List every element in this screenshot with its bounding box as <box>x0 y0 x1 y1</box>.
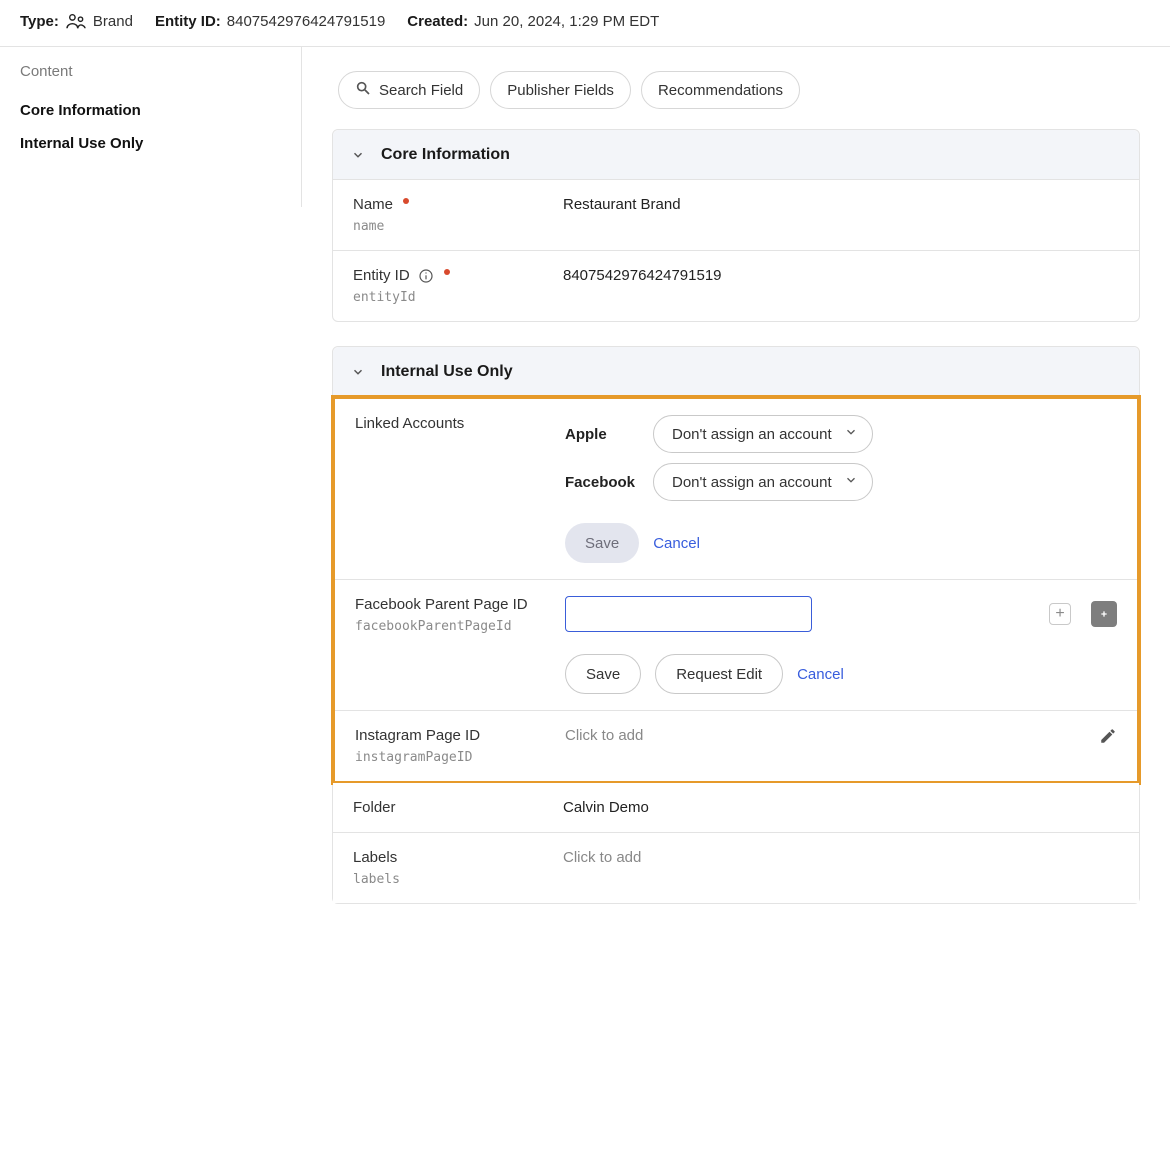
field-value-instagram: Click to add <box>565 727 1099 765</box>
search-icon <box>355 80 371 100</box>
publisher-fields-label: Publisher Fields <box>507 82 614 99</box>
type-label: Type: <box>20 13 59 30</box>
sidebar-item-core-information[interactable]: Core Information <box>20 94 301 127</box>
account-dropdown-apple[interactable]: Don't assign an account <box>653 415 873 453</box>
add-button[interactable] <box>1091 601 1117 627</box>
provider-label-facebook: Facebook <box>565 474 653 491</box>
recommendations-label: Recommendations <box>658 82 783 99</box>
field-label-fb-parent: Facebook Parent Page ID <box>355 596 555 613</box>
section-internal-use-only: Internal Use Only Linked Accounts Apple … <box>332 346 1140 904</box>
people-icon <box>65 12 87 30</box>
field-row-name[interactable]: Name name Restaurant Brand <box>333 180 1139 251</box>
sidebar-item-internal-use-only[interactable]: Internal Use Only <box>20 127 301 160</box>
created-value: Jun 20, 2024, 1:29 PM EDT <box>474 13 659 30</box>
field-row-folder[interactable]: Folder Calvin Demo <box>333 783 1139 833</box>
section-core-information: Core Information Name name Restaurant Br… <box>332 129 1140 322</box>
entity-id-field: Entity ID: 8407542976424791519 <box>155 13 385 30</box>
section-title-internal: Internal Use Only <box>381 363 513 381</box>
fb-parent-page-id-input[interactable] <box>565 596 812 632</box>
field-value-entity-id: 8407542976424791519 <box>563 267 1119 305</box>
search-field-pill[interactable]: Search Field <box>338 71 480 109</box>
provider-label-apple: Apple <box>565 426 653 443</box>
field-label-instagram: Instagram Page ID <box>355 727 555 744</box>
field-label-linked-accounts: Linked Accounts <box>355 415 555 432</box>
created-field: Created: Jun 20, 2024, 1:29 PM EDT <box>407 13 659 30</box>
field-row-instagram-page-id[interactable]: Instagram Page ID instagramPageID Click … <box>335 711 1137 781</box>
field-api-entity-id: entityId <box>353 290 553 305</box>
highlighted-region: Linked Accounts Apple Don't assign an ac… <box>331 395 1141 785</box>
field-api-fb-parent: facebookParentPageId <box>355 619 555 634</box>
account-dropdown-apple-value: Don't assign an account <box>672 426 832 443</box>
input-add-icon[interactable]: + <box>1049 603 1071 625</box>
field-value-labels: Click to add <box>563 849 1119 887</box>
pencil-icon[interactable] <box>1099 727 1117 749</box>
save-button-linked-accounts[interactable]: Save <box>565 523 639 563</box>
field-api-name: name <box>353 219 553 234</box>
type-field: Type: Brand <box>20 12 133 30</box>
field-label-name: Name <box>353 196 393 213</box>
publisher-fields-pill[interactable]: Publisher Fields <box>490 71 631 109</box>
required-indicator <box>444 269 450 275</box>
sidebar-heading: Content <box>20 63 301 80</box>
section-header-core[interactable]: Core Information <box>333 130 1139 180</box>
field-row-labels[interactable]: Labels labels Click to add <box>333 833 1139 903</box>
account-dropdown-facebook-value: Don't assign an account <box>672 474 832 491</box>
section-title-core: Core Information <box>381 146 510 164</box>
type-value: Brand <box>93 13 133 30</box>
info-icon[interactable] <box>418 268 434 284</box>
search-field-label: Search Field <box>379 82 463 99</box>
cancel-link-fb-parent[interactable]: Cancel <box>797 666 844 683</box>
field-label-folder: Folder <box>353 799 553 816</box>
required-indicator <box>403 198 409 204</box>
recommendations-pill[interactable]: Recommendations <box>641 71 800 109</box>
entity-id-value: 8407542976424791519 <box>227 13 386 30</box>
field-label-labels: Labels <box>353 849 553 866</box>
field-label-entity-id: Entity ID <box>353 267 410 284</box>
sidebar: Content Core Information Internal Use On… <box>0 47 302 207</box>
chevron-down-icon <box>351 148 365 162</box>
chevron-down-icon <box>351 365 365 379</box>
account-dropdown-facebook[interactable]: Don't assign an account <box>653 463 873 501</box>
chevron-down-icon <box>844 425 858 443</box>
created-label: Created: <box>407 13 468 30</box>
cancel-link-linked-accounts[interactable]: Cancel <box>653 535 700 552</box>
request-edit-button[interactable]: Request Edit <box>655 654 783 694</box>
field-row-facebook-parent-page-id: Facebook Parent Page ID facebookParentPa… <box>335 580 1137 711</box>
field-api-instagram: instagramPageID <box>355 750 555 765</box>
field-row-entity-id[interactable]: Entity ID entityId 8407542976424791519 <box>333 251 1139 321</box>
field-value-folder: Calvin Demo <box>563 799 1119 816</box>
section-header-internal[interactable]: Internal Use Only <box>333 347 1139 397</box>
field-api-labels: labels <box>353 872 553 887</box>
entity-id-label: Entity ID: <box>155 13 221 30</box>
chevron-down-icon <box>844 473 858 491</box>
field-value-name: Restaurant Brand <box>563 196 1119 234</box>
save-button-fb-parent[interactable]: Save <box>565 654 641 694</box>
field-row-linked-accounts: Linked Accounts Apple Don't assign an ac… <box>335 399 1137 580</box>
